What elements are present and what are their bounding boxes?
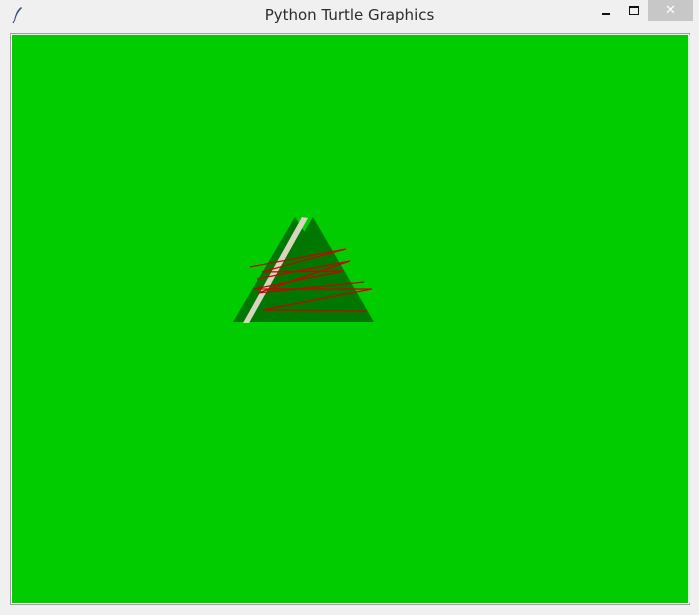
turtle-window: Python Turtle Graphics ✕ [0,0,699,615]
minimize-icon [602,12,610,15]
maximize-icon [629,6,639,15]
title-bar[interactable]: Python Turtle Graphics ✕ [0,0,699,30]
turtle-drawing [233,217,374,323]
maximize-button[interactable] [621,0,647,21]
minimize-button[interactable] [593,0,619,21]
turtle-canvas[interactable] [12,35,688,603]
close-button[interactable]: ✕ [648,0,693,21]
canvas-edge [688,35,690,603]
close-icon: ✕ [665,3,676,18]
